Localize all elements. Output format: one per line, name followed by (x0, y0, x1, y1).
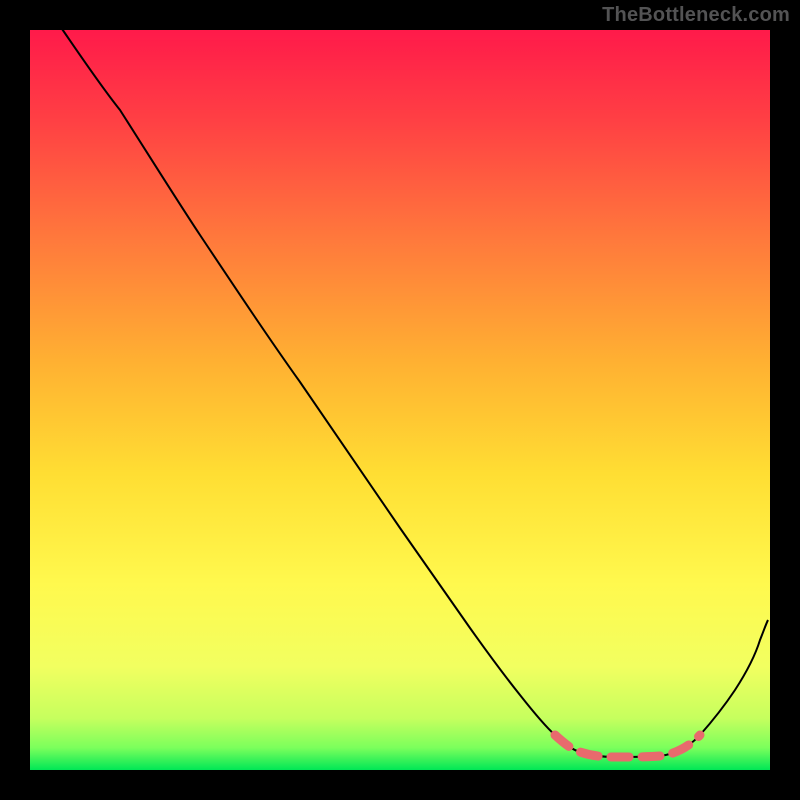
chart-container: TheBottleneck.com (0, 0, 800, 800)
plot-background (30, 30, 770, 770)
watermark-text: TheBottleneck.com (602, 4, 790, 27)
chart-svg (0, 0, 800, 800)
